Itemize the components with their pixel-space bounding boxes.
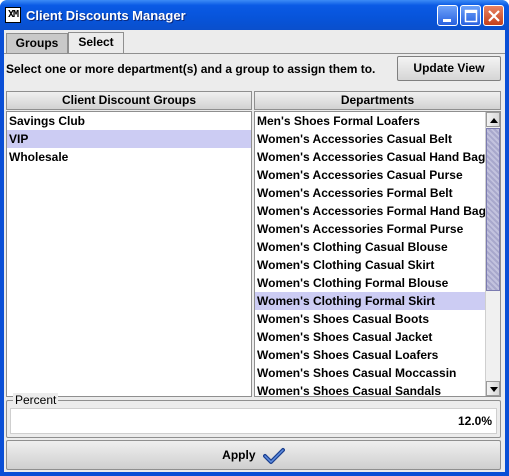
department-row[interactable]: Men's Shoes Formal Loafers bbox=[255, 112, 485, 130]
window-content: Groups Select Select one or more departm… bbox=[4, 30, 505, 472]
app-logo-icon: XM bbox=[5, 7, 21, 23]
percent-group: Percent 12.0% bbox=[6, 393, 501, 438]
groups-column-header[interactable]: Client Discount Groups bbox=[6, 91, 252, 110]
tab-select[interactable]: Select bbox=[68, 32, 124, 54]
department-row[interactable]: Women's Accessories Formal Belt bbox=[255, 184, 485, 202]
scrollbar-thumb[interactable] bbox=[486, 128, 500, 291]
close-button[interactable] bbox=[483, 5, 504, 26]
group-row[interactable]: Savings Club bbox=[7, 112, 251, 130]
department-row[interactable]: Women's Accessories Formal Purse bbox=[255, 220, 485, 238]
department-row[interactable]: Women's Clothing Formal Blouse bbox=[255, 274, 485, 292]
apply-button[interactable]: Apply bbox=[6, 440, 501, 470]
groups-list: Savings Club VIP Wholesale bbox=[6, 111, 252, 397]
department-row[interactable]: Women's Shoes Casual Boots bbox=[255, 310, 485, 328]
tab-divider bbox=[4, 53, 505, 54]
department-row[interactable]: Women's Shoes Casual Jacket bbox=[255, 328, 485, 346]
scroll-up-button[interactable] bbox=[486, 112, 500, 127]
arrow-down-icon bbox=[490, 387, 498, 392]
checkmark-icon bbox=[262, 447, 285, 464]
tab-groups[interactable]: Groups bbox=[6, 33, 68, 53]
department-row[interactable]: Women's Clothing Casual Blouse bbox=[255, 238, 485, 256]
minimize-icon bbox=[443, 19, 451, 22]
percent-input[interactable]: 12.0% bbox=[10, 408, 497, 434]
close-icon bbox=[488, 10, 500, 22]
department-row[interactable]: Women's Accessories Formal Hand Bag bbox=[255, 202, 485, 220]
percent-label: Percent bbox=[13, 393, 59, 407]
update-view-button[interactable]: Update View bbox=[397, 56, 501, 81]
departments-list: Men's Shoes Formal Loafers Women's Acces… bbox=[254, 111, 501, 397]
department-row[interactable]: Women's Shoes Casual Moccassin bbox=[255, 364, 485, 382]
group-row[interactable]: Wholesale bbox=[7, 148, 251, 166]
department-row[interactable]: Women's Shoes Casual Loafers bbox=[255, 346, 485, 364]
department-row[interactable]: Women's Shoes Casual Sandals bbox=[255, 382, 485, 396]
instruction-text: Select one or more department(s) and a g… bbox=[6, 62, 376, 76]
department-row[interactable]: Women's Accessories Casual Hand Bag bbox=[255, 148, 485, 166]
window-title: Client Discounts Manager bbox=[26, 8, 186, 23]
scroll-down-button[interactable] bbox=[486, 381, 500, 396]
departments-column-header[interactable]: Departments bbox=[254, 91, 501, 110]
group-row[interactable]: VIP bbox=[7, 130, 251, 148]
apply-label: Apply bbox=[222, 448, 256, 462]
department-row[interactable]: Women's Clothing Casual Skirt bbox=[255, 256, 485, 274]
department-row[interactable]: Women's Clothing Formal Skirt bbox=[255, 292, 485, 310]
app-window: XM Client Discounts Manager Groups Selec… bbox=[0, 0, 509, 476]
maximize-icon bbox=[464, 9, 478, 23]
arrow-up-icon bbox=[490, 118, 498, 123]
title-bar[interactable]: XM Client Discounts Manager bbox=[0, 0, 509, 30]
departments-scrollbar[interactable] bbox=[485, 112, 500, 396]
department-row[interactable]: Women's Accessories Casual Purse bbox=[255, 166, 485, 184]
department-row[interactable]: Women's Accessories Casual Belt bbox=[255, 130, 485, 148]
minimize-button[interactable] bbox=[437, 5, 458, 26]
maximize-button[interactable] bbox=[460, 5, 481, 26]
